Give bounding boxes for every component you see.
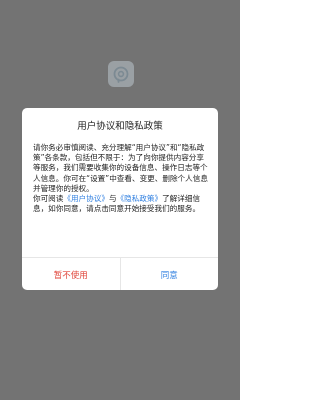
dialog-body: 请你务必审慎阅读、充分理解“用户协议”和“隐私政策”各条款，包括但不限于：为了向… [33, 143, 211, 214]
p2-and: 与 [108, 194, 117, 204]
dialog-paragraph-1: 请你务必审慎阅读、充分理解“用户协议”和“隐私政策”各条款，包括但不限于：为了向… [33, 143, 208, 193]
agree-button[interactable]: 同意 [121, 258, 219, 290]
privacy-policy-link[interactable]: 《隐私政策》 [117, 194, 163, 203]
privacy-dialog: 用户协议和隐私政策 请你务必审慎阅读、充分理解“用户协议”和“隐私政策”各条款，… [22, 108, 218, 290]
app-logo-icon [108, 61, 134, 87]
user-agreement-link[interactable]: 《用户协议》 [63, 194, 109, 203]
dialog-title: 用户协议和隐私政策 [77, 121, 163, 132]
p2-prefix: 你可阅读 [33, 194, 64, 204]
screen: 用户协议和隐私政策 请你务必审慎阅读、充分理解“用户协议”和“隐私政策”各条款，… [0, 0, 240, 400]
dialog-actions: 暂不使用 同意 [22, 257, 218, 290]
dialog-paragraph-2: 你可阅读《用户协议》与《隐私政策》了解详细信息，如你同意，请点击同意开始接受我们… [33, 194, 211, 214]
decline-button[interactable]: 暂不使用 [22, 258, 120, 290]
